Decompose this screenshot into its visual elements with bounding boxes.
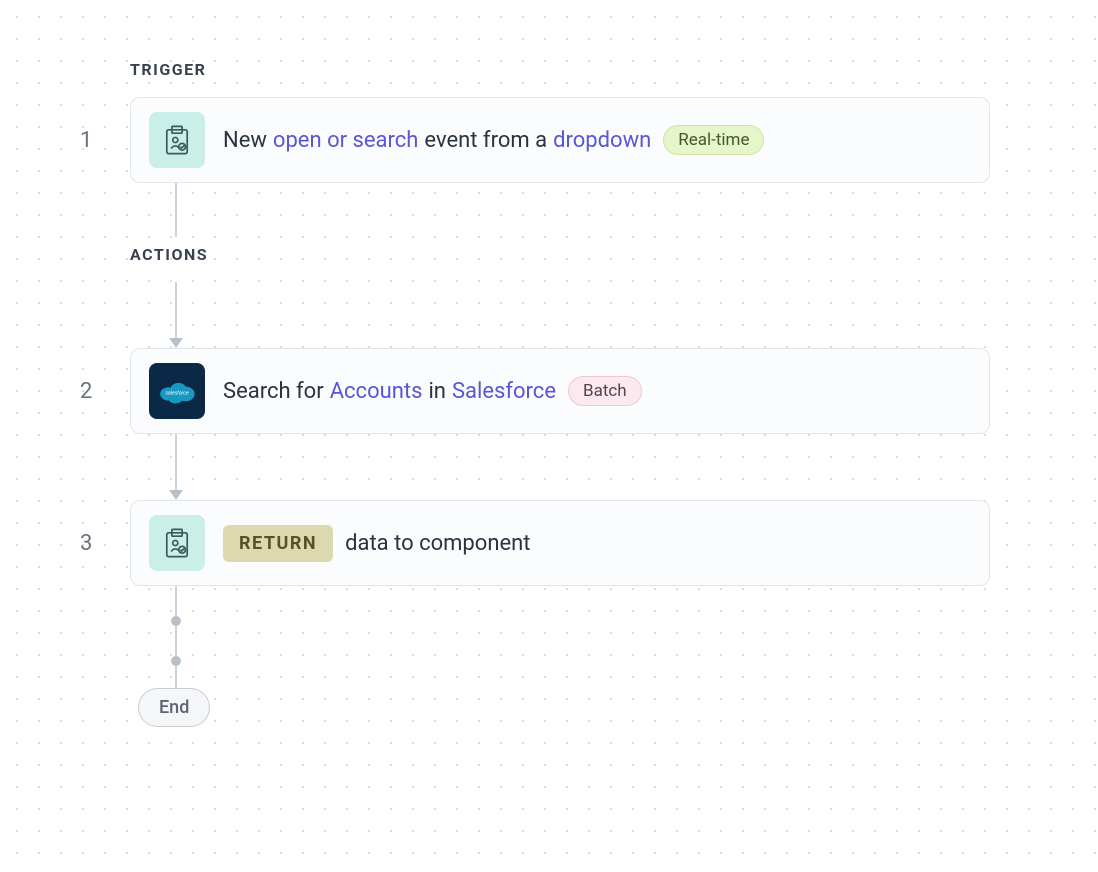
step-number: 2 — [0, 379, 130, 404]
salesforce-icon: salesforce — [149, 363, 205, 419]
step-row-2: 2 salesforce Search for Accounts in Sale… — [0, 348, 1098, 434]
step-number: 3 — [0, 531, 130, 556]
trigger-section-label: TRIGGER — [130, 60, 1098, 79]
clipboard-user-icon — [149, 515, 205, 571]
trigger-card[interactable]: New open or search event from a dropdown… — [130, 97, 990, 183]
text-suffix: data to component — [345, 531, 530, 556]
open-or-search-link[interactable]: open or search — [273, 128, 419, 153]
connector-arrow — [175, 434, 1098, 500]
workflow-canvas[interactable]: TRIGGER 1 New open or search event from … — [0, 0, 1098, 727]
trigger-text: New open or search event from a dropdown… — [223, 125, 764, 155]
text-mid: event from a — [424, 128, 547, 153]
end-node[interactable]: End — [138, 688, 210, 727]
actions-section-label: ACTIONS — [130, 245, 1098, 264]
step-row-1: 1 New open or search event from a dropdo… — [0, 97, 1098, 183]
step-row-3: 3 RETURN data to component — [0, 500, 1098, 586]
clipboard-user-icon — [149, 112, 205, 168]
text-prefix: Search for — [223, 379, 324, 404]
connector-arrow — [175, 282, 1098, 348]
connector — [175, 183, 1098, 237]
action-card-return[interactable]: RETURN data to component — [130, 500, 990, 586]
action-card-salesforce[interactable]: salesforce Search for Accounts in Salesf… — [130, 348, 990, 434]
action-text: Search for Accounts in Salesforce Batch — [223, 376, 642, 406]
return-text: RETURN data to component — [223, 525, 531, 562]
dropdown-link[interactable]: dropdown — [553, 128, 651, 153]
accounts-link[interactable]: Accounts — [330, 379, 423, 404]
svg-text:salesforce: salesforce — [165, 391, 189, 397]
text-prefix: New — [223, 128, 267, 153]
realtime-badge: Real-time — [663, 125, 764, 155]
step-number: 1 — [0, 128, 130, 153]
salesforce-link[interactable]: Salesforce — [452, 379, 556, 404]
text-mid: in — [428, 379, 446, 404]
connector-end — [175, 586, 1098, 688]
batch-badge: Batch — [568, 376, 642, 406]
return-keyword: RETURN — [223, 525, 333, 562]
